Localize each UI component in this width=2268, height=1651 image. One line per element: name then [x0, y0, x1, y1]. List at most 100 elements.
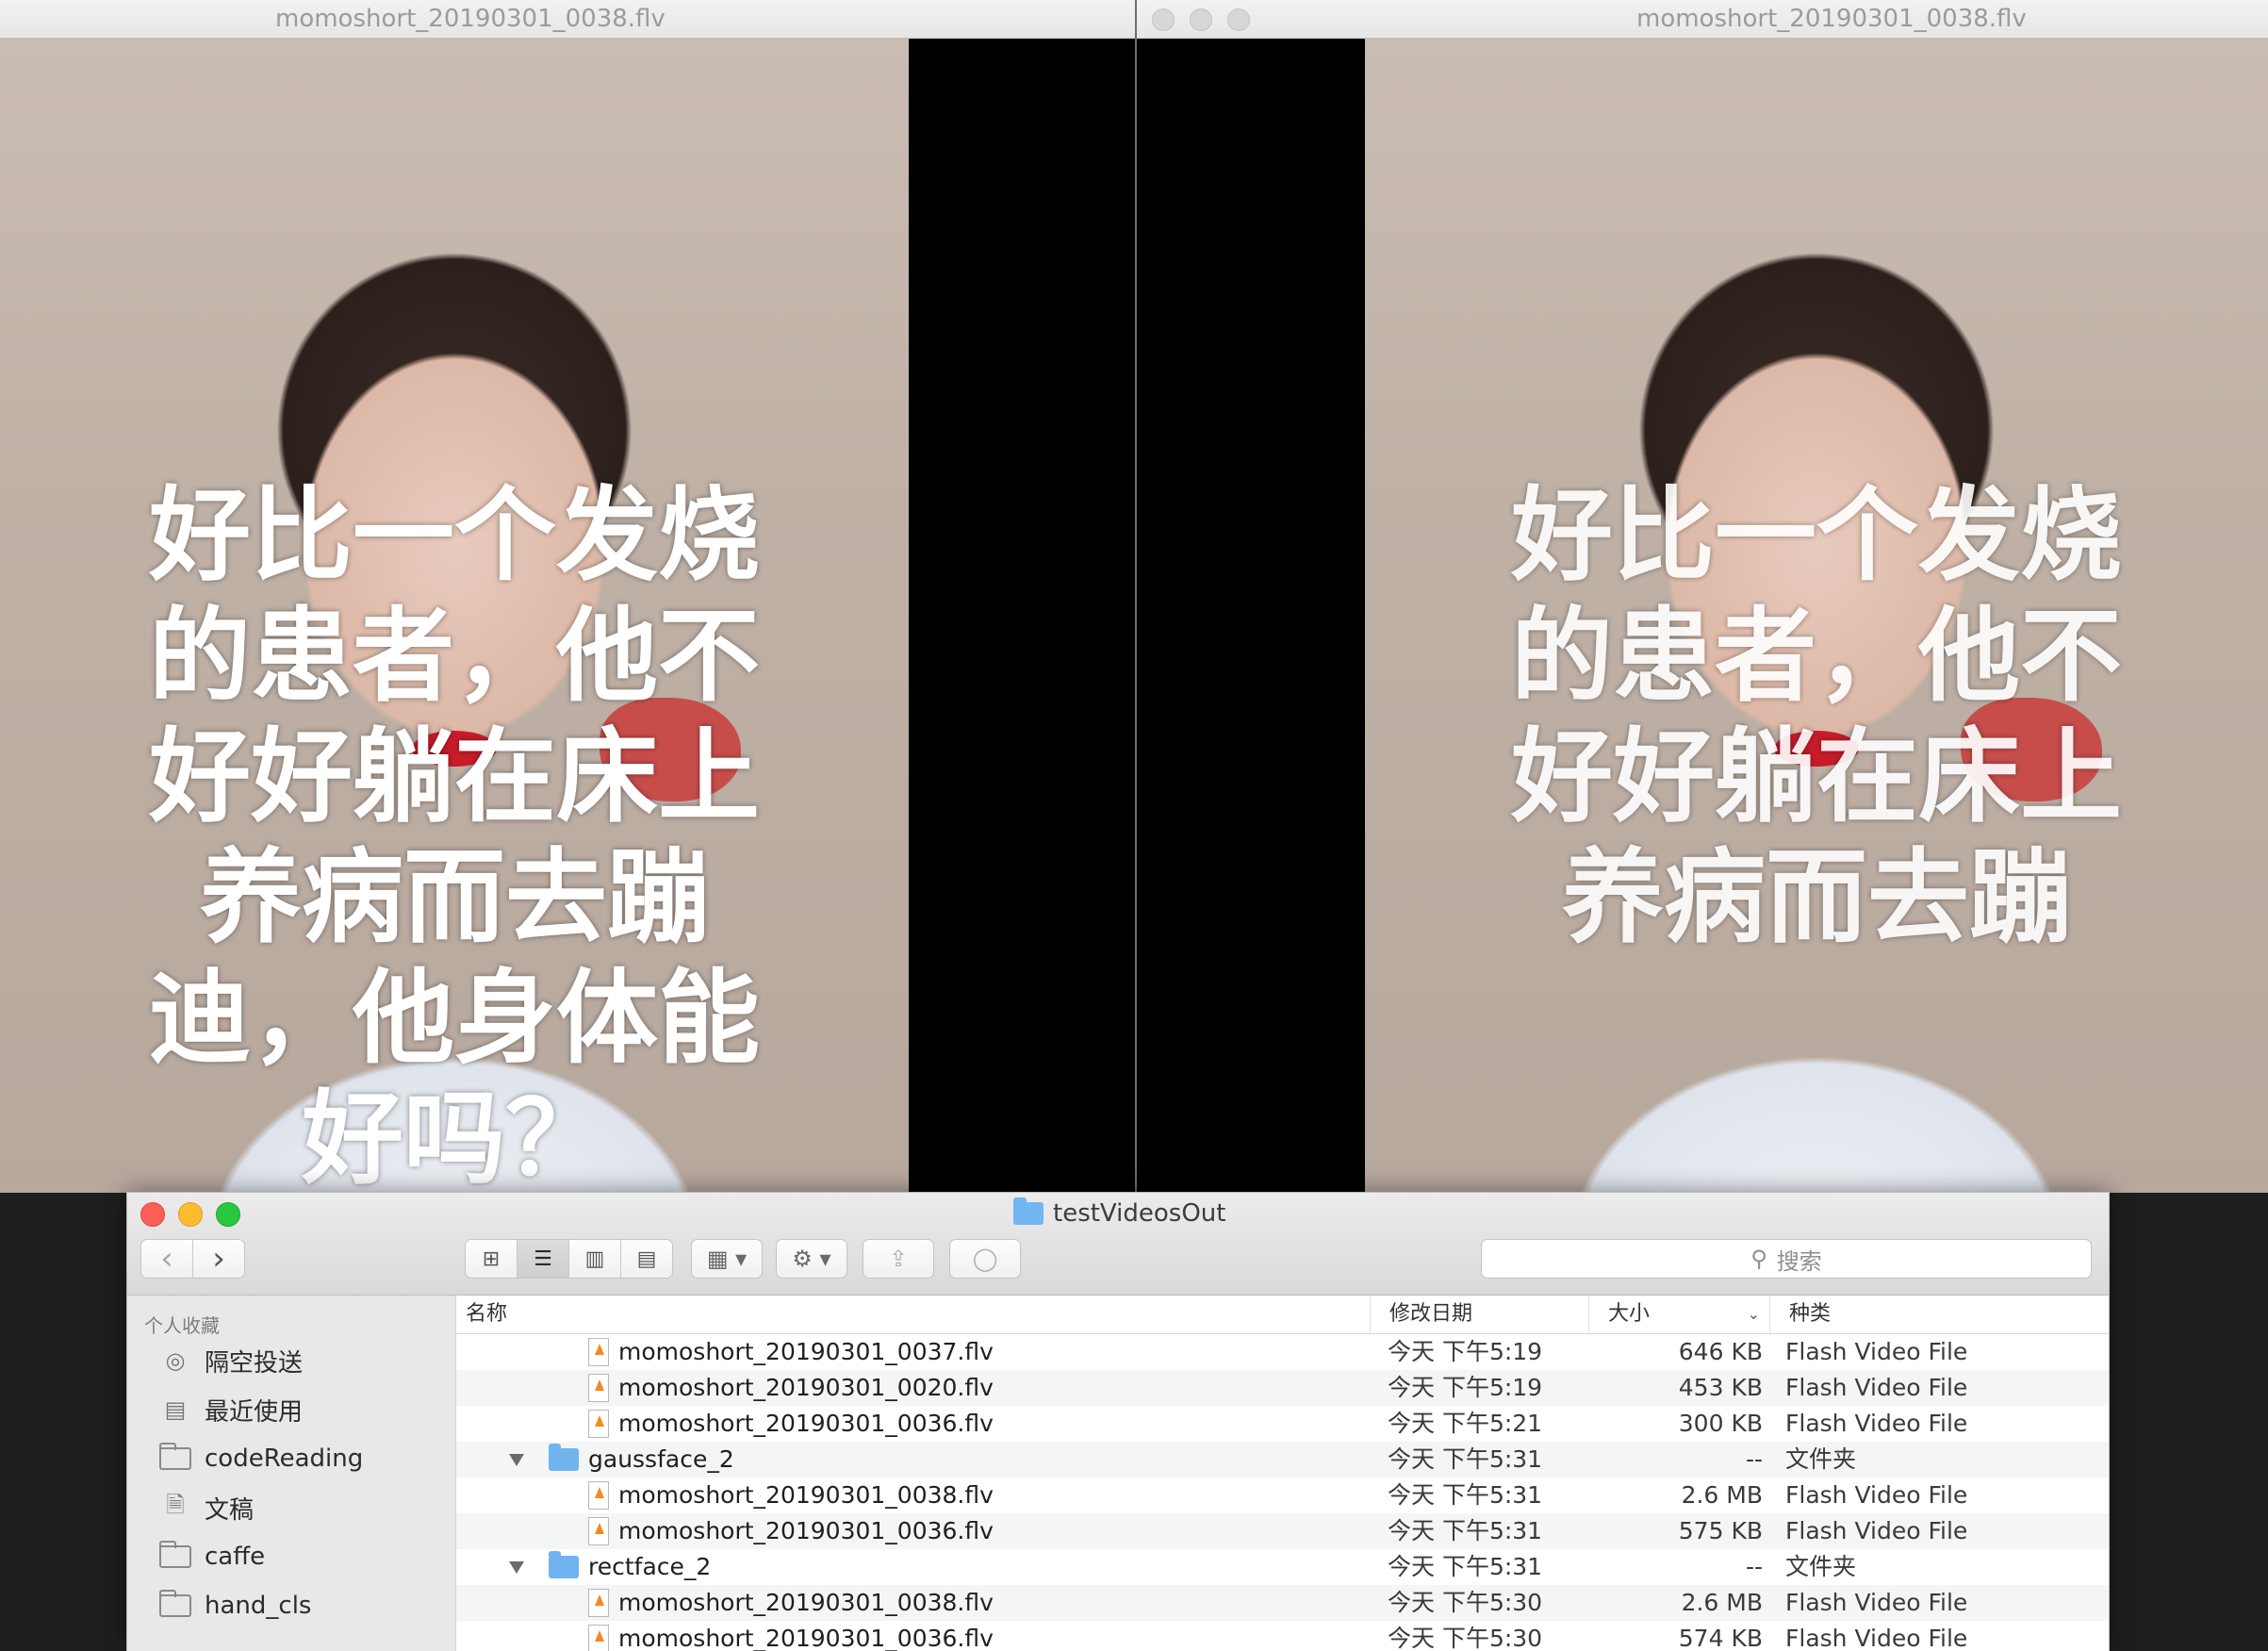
finder-window[interactable]: testVideosOut ‹ › ⊞ ☰ ▥ ▤ ▦ ▾ ⚙ ▾ ⇪ ◯ ⚲ … [126, 1192, 2110, 1651]
file-size: 453 KB [1678, 1374, 1763, 1401]
share-button[interactable]: ⇪ [863, 1239, 934, 1279]
video-frame[interactable]: 好比一个发烧 的患者，他不 好好躺在床上 养病而去蹦 [1365, 38, 2268, 1193]
flv-file-icon [588, 1410, 609, 1438]
file-kind: 文件夹 [1785, 1445, 1857, 1473]
file-size: 575 KB [1678, 1517, 1763, 1544]
airdrop-icon: ◎ [165, 1347, 186, 1374]
zoom-button[interactable] [216, 1202, 240, 1227]
search-field[interactable]: ⚲ 搜索 [1481, 1239, 2092, 1279]
folder-name: gaussface_2 [588, 1445, 734, 1473]
flv-file-icon [588, 1625, 609, 1651]
file-date: 今天 下午5:30 [1388, 1589, 1543, 1616]
video-player-right[interactable]: momoshort_20190301_0038.flv 好比一个发烧 的患者，他… [1137, 0, 2268, 1193]
recents-icon: ▤ [164, 1396, 187, 1423]
list-view-button[interactable]: ☰ [518, 1240, 569, 1278]
gallery-view-button[interactable]: ▤ [621, 1240, 672, 1278]
column-header-size-label: 大小 [1608, 1302, 1651, 1326]
columns-icon: ▥ [584, 1247, 605, 1271]
file-date: 今天 下午5:30 [1388, 1625, 1543, 1651]
sidebar-item-codereading[interactable]: codeReading [159, 1435, 363, 1482]
search-icon: ⚲ [1750, 1246, 1767, 1272]
folder-row[interactable]: gaussface_2 今天 下午5:31 -- 文件夹 [456, 1442, 2109, 1478]
file-row[interactable]: momoshort_20190301_0036.flv 今天 下午5:21 30… [456, 1406, 2109, 1442]
subtitle-line: 的患者，他不 [148, 598, 760, 716]
file-size: 646 KB [1678, 1338, 1763, 1365]
sidebar-item-recents[interactable]: ▤ 最近使用 [159, 1386, 303, 1433]
disclosure-triangle-icon[interactable] [509, 1560, 524, 1574]
video-frame[interactable]: 好比一个发烧 的患者，他不 好好躺在床上 养病而去蹦 迪，他身体能 好吗？ [0, 38, 909, 1193]
finder-sidebar: 个人收藏 ◎ 隔空投送 ▤ 最近使用 codeReading 🗎 文稿 caff… [127, 1296, 456, 1651]
file-name: momoshort_20190301_0036.flv [618, 1410, 994, 1437]
folder-icon [159, 1590, 191, 1617]
sidebar-item-label: 最近使用 [205, 1397, 304, 1427]
back-button[interactable]: ‹ [141, 1240, 193, 1278]
close-button[interactable] [1152, 8, 1175, 31]
icon-view-button[interactable]: ⊞ [466, 1240, 518, 1278]
subtitle-line: 养病而去蹦 [1561, 839, 2071, 957]
flv-file-icon [588, 1589, 609, 1617]
tags-button[interactable]: ◯ [949, 1239, 1021, 1279]
chevron-left-icon: ‹ [160, 1240, 173, 1278]
file-row[interactable]: momoshort_20190301_0038.flv 今天 下午5:30 2.… [456, 1585, 2109, 1621]
column-header-name[interactable]: 名称 [456, 1296, 1371, 1333]
zoom-button[interactable] [1227, 8, 1250, 31]
file-size: 2.6 MB [1681, 1589, 1763, 1616]
close-button[interactable] [140, 1202, 165, 1227]
minimize-button[interactable] [1190, 8, 1212, 31]
sidebar-item-label: 隔空投送 [205, 1348, 304, 1378]
forward-button[interactable]: › [193, 1240, 244, 1278]
file-name: momoshort_20190301_0037.flv [618, 1338, 994, 1365]
group-icon: ▦ ▾ [706, 1246, 748, 1272]
column-header-date[interactable]: 修改日期 [1371, 1296, 1589, 1333]
list-icon: ☰ [534, 1247, 552, 1271]
file-row[interactable]: momoshort_20190301_0020.flv 今天 下午5:19 45… [456, 1370, 2109, 1406]
column-view-button[interactable]: ▥ [569, 1240, 621, 1278]
file-size: 300 KB [1678, 1410, 1763, 1437]
flv-file-icon [588, 1481, 609, 1510]
action-button[interactable]: ⚙ ▾ [776, 1239, 847, 1279]
file-row[interactable]: momoshort_20190301_0036.flv 今天 下午5:30 57… [456, 1621, 2109, 1651]
list-header: 名称 修改日期 大小 ⌄ 种类 [456, 1296, 2109, 1334]
file-kind: Flash Video File [1785, 1374, 1968, 1401]
back-forward-control[interactable]: ‹ › [140, 1239, 245, 1279]
subtitle-line: 迪，他身体能 [148, 960, 760, 1078]
folder-icon [549, 1444, 579, 1471]
subtitle-line: 养病而去蹦 [199, 839, 709, 957]
file-row[interactable]: momoshort_20190301_0036.flv 今天 下午5:31 57… [456, 1513, 2109, 1549]
file-date: 今天 下午5:31 [1388, 1553, 1543, 1580]
chevron-right-icon: › [212, 1240, 225, 1278]
video-player-left[interactable]: momoshort_20190301_0038.flv 好比一个发烧 的患者，他… [0, 0, 1135, 1193]
file-date: 今天 下午5:21 [1388, 1410, 1543, 1437]
file-kind: Flash Video File [1785, 1410, 1968, 1437]
sidebar-item-hand-cls[interactable]: hand_cls [159, 1582, 311, 1629]
file-name: momoshort_20190301_0038.flv [618, 1589, 994, 1616]
column-header-kind[interactable]: 种类 [1770, 1296, 2109, 1333]
group-button[interactable]: ▦ ▾ [691, 1239, 763, 1279]
file-list[interactable]: 名称 修改日期 大小 ⌄ 种类 momoshort_20190301_0037.… [456, 1296, 2109, 1651]
sidebar-item-airdrop[interactable]: ◎ 隔空投送 [159, 1337, 304, 1384]
sidebar-item-caffe[interactable]: caffe [159, 1533, 265, 1580]
file-size: 574 KB [1678, 1625, 1763, 1651]
sidebar-item-label: hand_cls [205, 1592, 312, 1620]
player-titlebar[interactable]: momoshort_20190301_0038.flv [0, 0, 1135, 39]
file-date: 今天 下午5:31 [1388, 1445, 1543, 1473]
subtitle-line: 好好躺在床上 [1510, 718, 2122, 836]
column-header-size[interactable]: 大小 ⌄ [1589, 1296, 1770, 1333]
file-date: 今天 下午5:31 [1388, 1481, 1543, 1509]
gallery-icon: ▤ [636, 1247, 657, 1271]
folder-row[interactable]: rectface_2 今天 下午5:31 -- 文件夹 [456, 1549, 2109, 1585]
file-kind: Flash Video File [1785, 1589, 1968, 1616]
file-row[interactable]: momoshort_20190301_0037.flv 今天 下午5:19 64… [456, 1334, 2109, 1370]
sidebar-item-documents[interactable]: 🗎 文稿 [159, 1484, 254, 1531]
player-titlebar[interactable]: momoshort_20190301_0038.flv [1137, 0, 2268, 39]
grid-icon: ⊞ [482, 1247, 501, 1271]
file-kind: Flash Video File [1785, 1517, 1968, 1544]
file-row[interactable]: momoshort_20190301_0038.flv 今天 下午5:31 2.… [456, 1478, 2109, 1513]
view-mode-control[interactable]: ⊞ ☰ ▥ ▤ [465, 1239, 673, 1279]
disclosure-triangle-icon[interactable] [509, 1453, 524, 1466]
subtitle-line: 好比一个发烧 [148, 477, 760, 595]
finder-toolbar[interactable]: testVideosOut ‹ › ⊞ ☰ ▥ ▤ ▦ ▾ ⚙ ▾ ⇪ ◯ ⚲ … [127, 1193, 2109, 1296]
minimize-button[interactable] [178, 1202, 203, 1227]
file-kind: Flash Video File [1785, 1338, 1968, 1365]
folder-icon [159, 1541, 191, 1568]
